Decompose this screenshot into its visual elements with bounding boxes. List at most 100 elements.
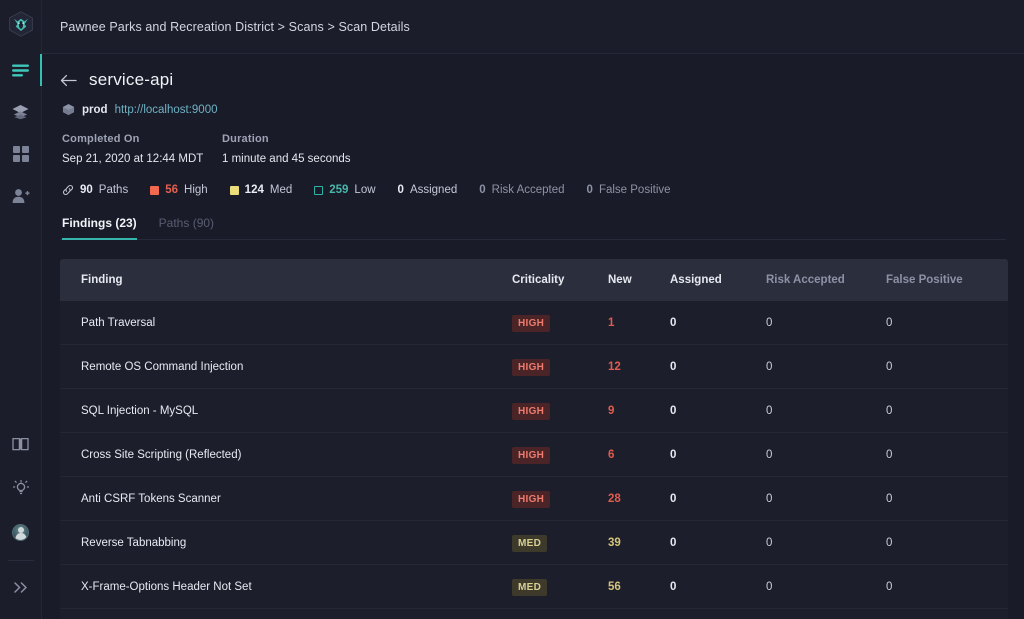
- meta-completed-on: Completed On Sep 21, 2020 at 12:44 MDT: [62, 133, 222, 165]
- cell-criticality: HIGH: [512, 445, 608, 464]
- stats-summary-row: 90Paths 56High 124Med 259 Low 0 Assigned 0Risk …: [60, 184, 1006, 196]
- table-row[interactable]: X-Frame-Options Header Not SetMED56000: [60, 565, 1008, 609]
- stat-med: 124Med: [230, 184, 293, 196]
- table-row[interactable]: Remote OS Command InjectionHIGH12000: [60, 345, 1008, 389]
- cell-criticality: MED: [512, 533, 608, 552]
- criticality-badge: MED: [512, 535, 547, 552]
- tab-findings[interactable]: Findings (23): [62, 216, 137, 239]
- cell-criticality: HIGH: [512, 401, 608, 420]
- cell-finding: X-Frame-Options Header Not Set: [60, 581, 512, 593]
- content-scroll-area: service-api prod http://localhost:9000 C…: [42, 54, 1024, 619]
- cell-new: 1: [608, 317, 670, 329]
- meta-row: Completed On Sep 21, 2020 at 12:44 MDT D…: [60, 133, 1006, 165]
- stat-risk-accepted: 0Risk Accepted: [479, 184, 564, 196]
- cell-finding: Reverse Tabnabbing: [60, 537, 512, 549]
- cell-false-positive: 0: [886, 537, 1006, 549]
- high-swatch-icon: [150, 186, 159, 195]
- column-header-crit[interactable]: Criticality: [512, 274, 608, 286]
- sidebar-divider: [8, 560, 34, 561]
- meta-label: Duration: [222, 133, 351, 145]
- table-row[interactable]: Directory Browsing - Apache 2MED6000: [60, 609, 1008, 619]
- layers-icon: [12, 104, 29, 120]
- low-swatch-icon: [314, 186, 323, 195]
- sidebar-item-account[interactable]: [0, 516, 42, 548]
- link-icon: [62, 184, 74, 196]
- stat-count: 0: [479, 184, 485, 196]
- breadcrumb: Pawnee Parks and Recreation District > S…: [60, 20, 410, 34]
- stat-count: 90: [80, 184, 93, 196]
- stat-label: Low: [354, 184, 375, 196]
- stat-label: High: [184, 184, 208, 196]
- tab-paths[interactable]: Paths (90): [159, 216, 214, 239]
- page-title: service-api: [89, 70, 173, 90]
- criticality-badge: HIGH: [512, 491, 550, 508]
- sidebar-item-dashboard[interactable]: [0, 138, 42, 170]
- cell-criticality: HIGH: [512, 313, 608, 332]
- table-body: Path TraversalHIGH1000Remote OS Command …: [60, 301, 1008, 619]
- lightbulb-icon: [13, 480, 29, 496]
- stat-count: 0: [587, 184, 593, 196]
- sidebar-item-add-user[interactable]: [0, 180, 42, 212]
- cell-new: 12: [608, 361, 670, 373]
- cell-risk-accepted: 0: [766, 361, 886, 373]
- cell-risk-accepted: 0: [766, 537, 886, 549]
- column-header-new[interactable]: New: [608, 274, 670, 286]
- meta-duration: Duration 1 minute and 45 seconds: [222, 133, 351, 165]
- target-url-link[interactable]: http://localhost:9000: [115, 104, 218, 116]
- table-row[interactable]: SQL Injection - MySQLHIGH9000: [60, 389, 1008, 433]
- cell-risk-accepted: 0: [766, 405, 886, 417]
- cell-new: 56: [608, 581, 670, 593]
- sidebar-expand-button[interactable]: [0, 571, 42, 603]
- criticality-badge: MED: [512, 579, 547, 596]
- book-icon: [12, 437, 29, 451]
- criticality-badge: HIGH: [512, 315, 550, 332]
- add-user-icon: [12, 188, 30, 204]
- stat-high: 56High: [150, 184, 207, 196]
- table-row[interactable]: Cross Site Scripting (Reflected)HIGH6000: [60, 433, 1008, 477]
- logo-icon[interactable]: [7, 10, 35, 38]
- cell-assigned: 0: [670, 493, 766, 505]
- column-header-assigned[interactable]: Assigned: [670, 274, 766, 286]
- cell-risk-accepted: 0: [766, 449, 886, 461]
- stat-count: 259: [329, 184, 348, 196]
- page-title-row: service-api: [60, 54, 1006, 90]
- sidebar-item-whats-new[interactable]: [0, 472, 42, 504]
- cell-new: 28: [608, 493, 670, 505]
- column-header-false-pos[interactable]: False Positive: [886, 274, 1006, 286]
- cell-new: 9: [608, 405, 670, 417]
- table-row[interactable]: Anti CSRF Tokens ScannerHIGH28000: [60, 477, 1008, 521]
- sidebar-item-menu[interactable]: [0, 54, 42, 86]
- column-header-risk[interactable]: Risk Accepted: [766, 274, 886, 286]
- top-bar: Pawnee Parks and Recreation District > S…: [42, 0, 1024, 54]
- stat-low: 259 Low: [314, 184, 375, 196]
- cell-finding: Cross Site Scripting (Reflected): [60, 449, 512, 461]
- table-row[interactable]: Path TraversalHIGH1000: [60, 301, 1008, 345]
- cell-criticality: HIGH: [512, 489, 608, 508]
- criticality-badge: HIGH: [512, 403, 550, 420]
- stat-count: 0: [398, 184, 404, 196]
- environment-name: prod: [82, 104, 108, 116]
- cell-finding: SQL Injection - MySQL: [60, 405, 512, 417]
- table-row[interactable]: Reverse TabnabbingMED39000: [60, 521, 1008, 565]
- cell-risk-accepted: 0: [766, 493, 886, 505]
- back-arrow-icon[interactable]: [60, 74, 77, 87]
- cell-finding: Anti CSRF Tokens Scanner: [60, 493, 512, 505]
- cell-assigned: 0: [670, 317, 766, 329]
- sidebar-item-docs[interactable]: [0, 428, 42, 460]
- stat-assigned: 0 Assigned: [398, 184, 458, 196]
- hamburger-menu-icon: [12, 64, 29, 77]
- stat-label: Assigned: [410, 184, 457, 196]
- sidebar-item-layers[interactable]: [0, 96, 42, 128]
- cell-assigned: 0: [670, 449, 766, 461]
- column-header-finding[interactable]: Finding: [60, 274, 512, 286]
- cell-risk-accepted: 0: [766, 581, 886, 593]
- stat-false-positive: 0False Positive: [587, 184, 671, 196]
- cell-new: 6: [608, 449, 670, 461]
- cell-criticality: MED: [512, 577, 608, 596]
- table-header-row: FindingCriticalityNewAssignedRisk Accept…: [60, 259, 1008, 301]
- cell-false-positive: 0: [886, 405, 1006, 417]
- cell-criticality: HIGH: [512, 357, 608, 376]
- stat-paths: 90Paths: [62, 184, 128, 196]
- cell-finding: Remote OS Command Injection: [60, 361, 512, 373]
- grid-dashboard-icon: [13, 146, 29, 162]
